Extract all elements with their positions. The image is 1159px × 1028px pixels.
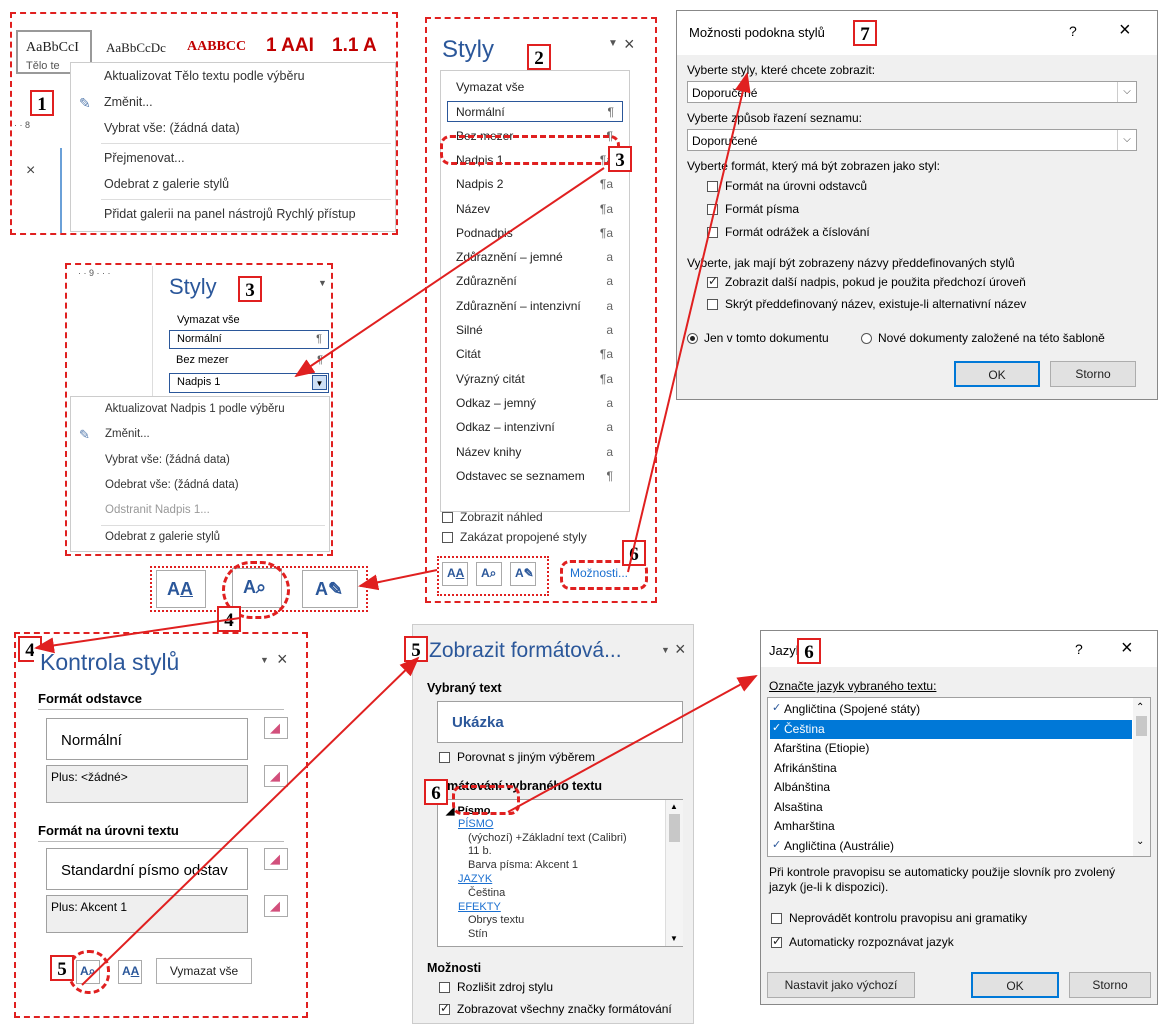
- annotation-arrows: [34, 72, 758, 986]
- arrow-4-to-inspector: [34, 617, 241, 654]
- arrow-6-to-language: [507, 675, 758, 813]
- arrow-6-to-dialog7: [627, 72, 751, 573]
- arrow-5-to-reveal: [81, 656, 420, 986]
- arrow-3-to-mini-pane: [294, 167, 605, 378]
- arrow-buttons-to-large: [358, 569, 438, 591]
